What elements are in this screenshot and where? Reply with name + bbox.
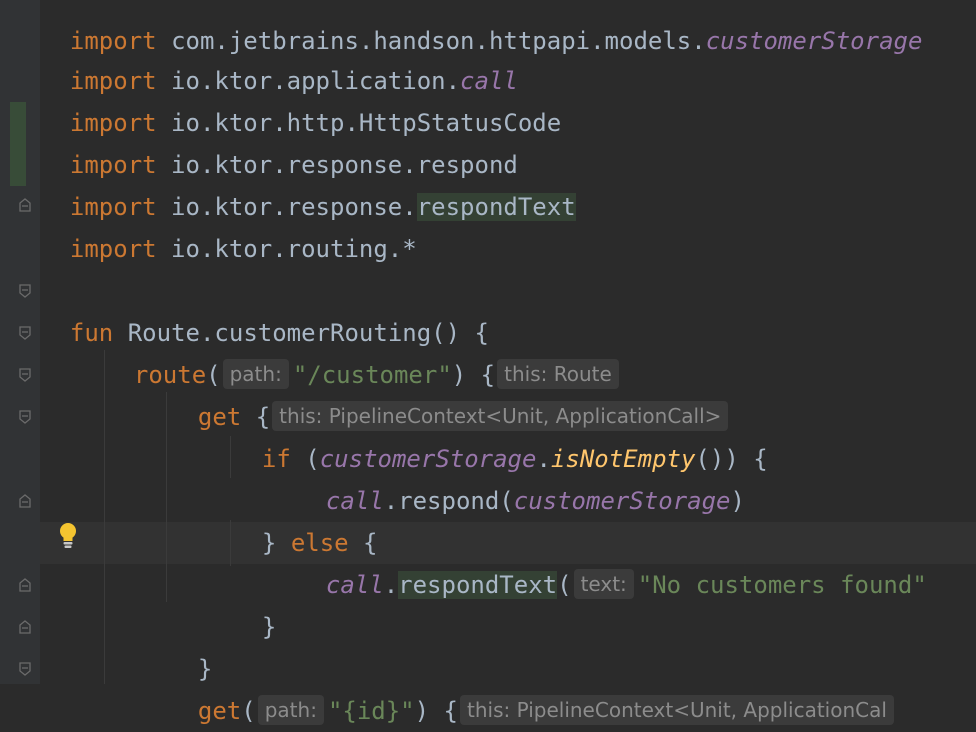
keyword: import bbox=[69, 235, 157, 263]
method-call: .respond( bbox=[383, 487, 514, 515]
fold-icon[interactable] bbox=[19, 368, 31, 382]
parameter-hint: text: bbox=[573, 569, 634, 599]
keyword: if bbox=[261, 445, 291, 473]
punctuation: . bbox=[383, 571, 399, 599]
fold-icon[interactable] bbox=[19, 410, 31, 424]
lightbulb-icon[interactable] bbox=[57, 522, 79, 550]
method-call: respondText bbox=[398, 571, 558, 599]
indent-guide bbox=[104, 350, 105, 684]
code-line-import-2[interactable]: import io.ktor.http.HttpStatusCode bbox=[41, 60, 561, 137]
function-call: get bbox=[197, 697, 242, 725]
code-line-else[interactable]: } else { bbox=[233, 480, 378, 557]
fold-icon[interactable] bbox=[19, 326, 31, 340]
fold-icon[interactable] bbox=[19, 662, 31, 676]
code-line-close-if[interactable]: } bbox=[233, 564, 276, 641]
punctuation: ) { bbox=[414, 697, 458, 725]
fold-icon[interactable] bbox=[19, 578, 31, 592]
code-line-import-0[interactable]: import com.jetbrains.handson.httpapi.mod… bbox=[41, 0, 923, 55]
variable: call bbox=[325, 571, 384, 599]
string-literal: "{id}" bbox=[327, 697, 415, 725]
indent-guide bbox=[230, 520, 231, 566]
code-line-import-3[interactable]: import io.ktor.response.respond bbox=[41, 102, 518, 179]
fold-icon[interactable] bbox=[19, 284, 31, 298]
code-line-fun-declaration[interactable]: fun Route.customerRouting() { bbox=[41, 270, 489, 347]
receiver-hint: this: PipelineContext<Unit, ApplicationC… bbox=[460, 695, 894, 725]
variable: customerStorage bbox=[513, 487, 731, 515]
imported-name: customerStorage bbox=[705, 27, 923, 55]
package-path: io.ktor.routing.* bbox=[156, 235, 417, 263]
punctuation: } bbox=[261, 613, 277, 641]
change-marker[interactable] bbox=[10, 102, 26, 186]
punctuation: } bbox=[261, 529, 291, 557]
code-line-if[interactable]: if (customerStorage.isNotEmpty()) { bbox=[233, 396, 768, 473]
code-line-respond[interactable]: call.respond(customerStorage) bbox=[297, 438, 745, 515]
code-line-import-4[interactable]: import io.ktor.response.respondText bbox=[41, 144, 576, 221]
punctuation: ( bbox=[557, 571, 572, 599]
code-line-import-1[interactable]: import io.ktor.application.call bbox=[41, 18, 518, 95]
code-line-get[interactable]: get {this: PipelineContext<Unit, Applica… bbox=[169, 354, 732, 431]
string-literal: "No customers found" bbox=[637, 571, 927, 599]
code-line-respond-text[interactable]: call.respondText(text: "No customers foun… bbox=[297, 522, 927, 599]
punctuation: ( bbox=[241, 697, 256, 725]
code-line-import-5[interactable]: import io.ktor.routing.* bbox=[41, 186, 417, 263]
fold-icon[interactable] bbox=[19, 494, 31, 508]
code-line-route[interactable]: route(path: "/customer") {this: Route bbox=[105, 312, 623, 389]
fold-icon[interactable] bbox=[19, 620, 31, 634]
parameter-hint: path: bbox=[257, 695, 324, 725]
fold-icon[interactable] bbox=[19, 198, 31, 212]
code-line-close-get[interactable]: } bbox=[169, 606, 212, 683]
indent-guide bbox=[230, 436, 231, 478]
indent-guide bbox=[166, 392, 167, 602]
punctuation: ) bbox=[730, 487, 745, 515]
imported-name: respondText bbox=[416, 193, 576, 221]
